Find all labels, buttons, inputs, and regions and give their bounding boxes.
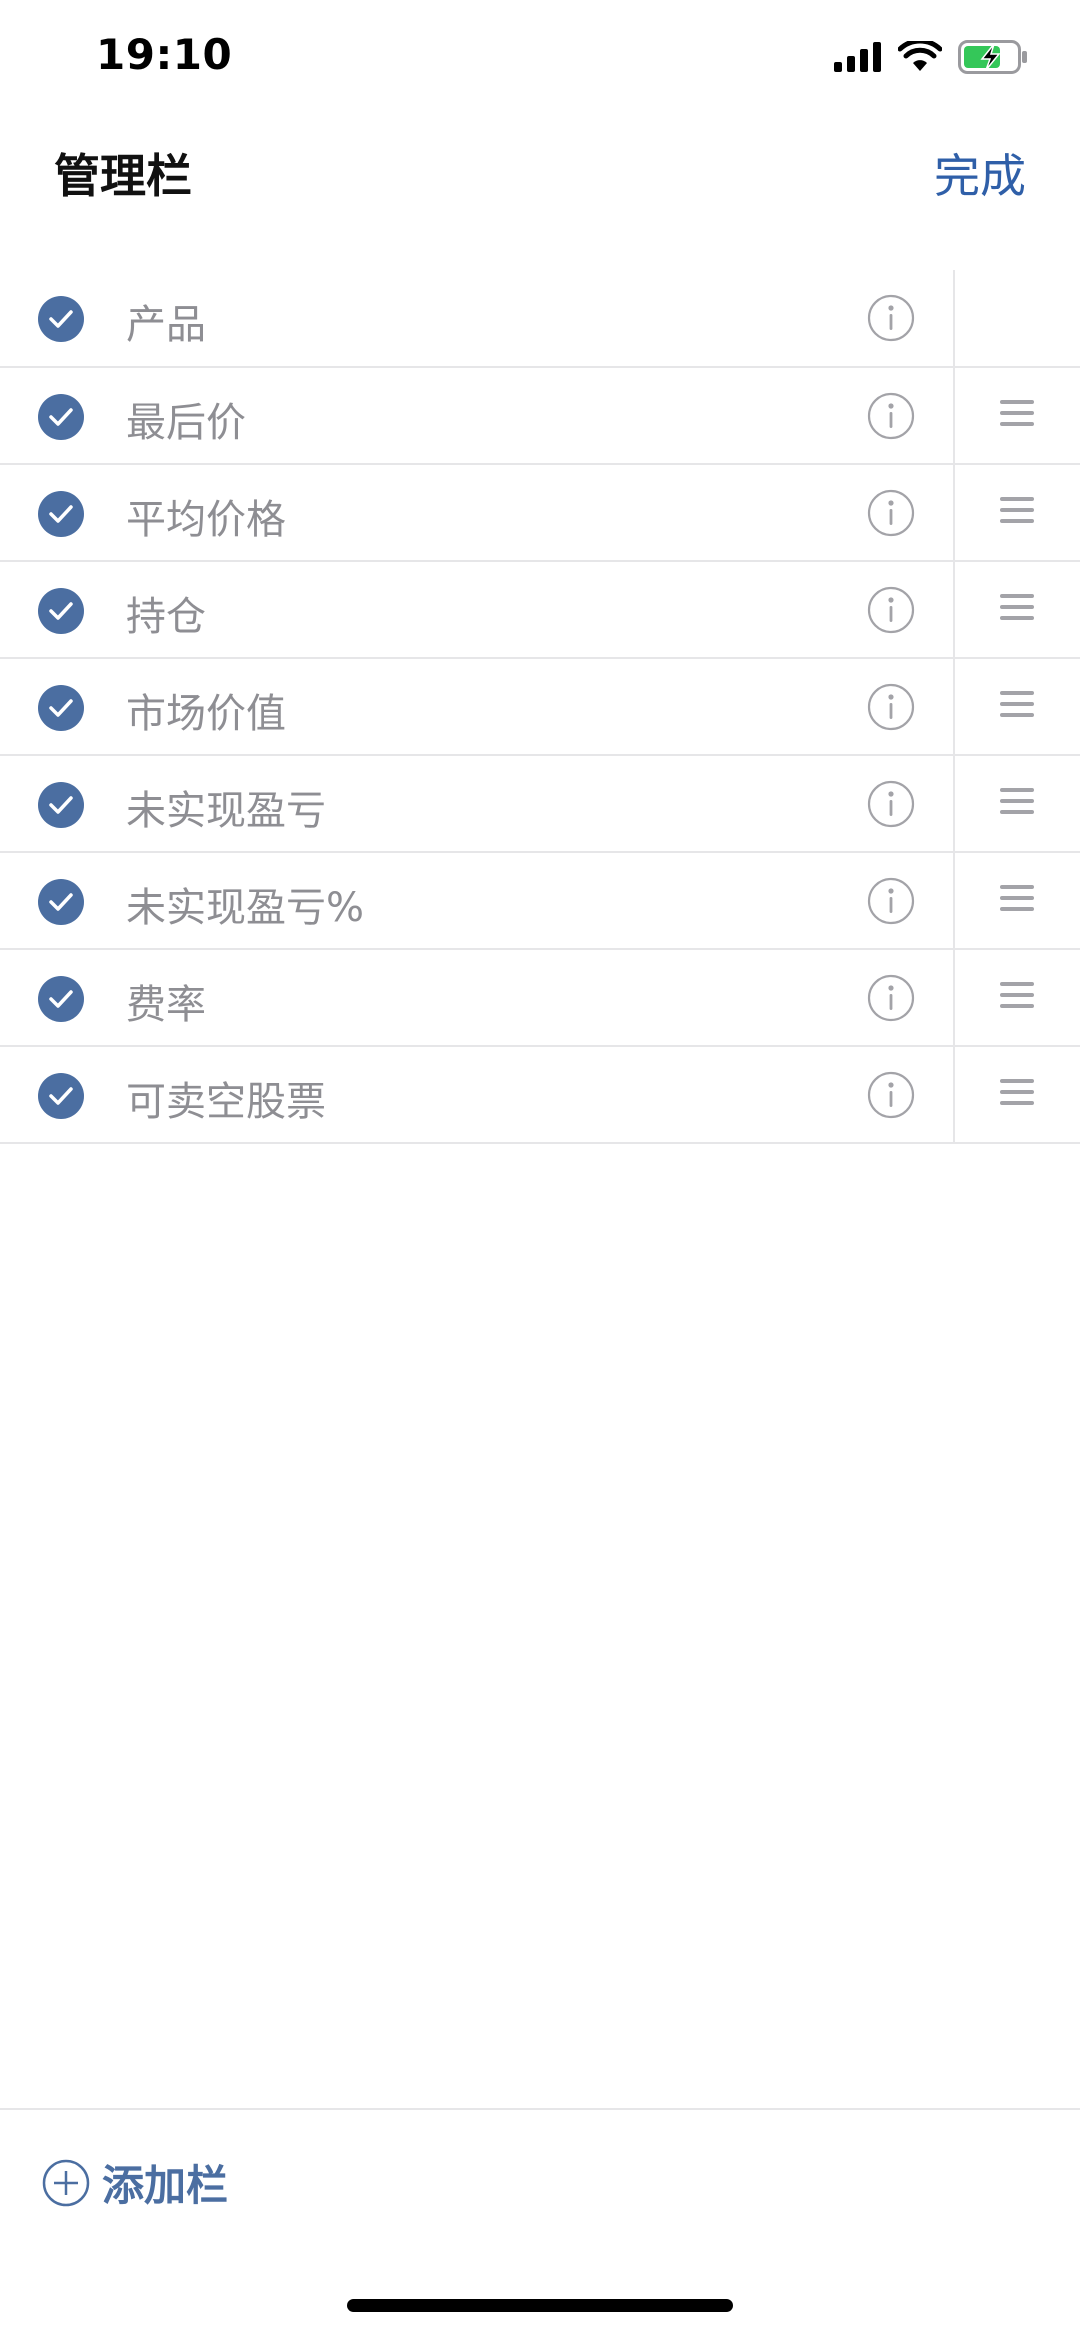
info-button[interactable] [867,683,915,731]
checked-checkbox[interactable] [38,394,84,440]
info-button[interactable] [867,294,915,342]
column-list: 产品最后价平均价格持仓市场价值未实现盈亏未实现盈亏% 费率可卖空股票 [0,270,1080,1144]
column-label: 持仓 [126,594,206,640]
column-row: 未实现盈亏% [0,853,1080,950]
column-row: 可卖空股票 [0,1047,1080,1144]
column-label: 可卖空股票 [126,1079,326,1125]
info-button[interactable] [867,392,915,440]
column-label: 最后价 [126,400,246,446]
drag-handle-icon[interactable] [1000,400,1034,432]
column-label: 平均价格 [126,497,286,543]
column-label: 市场价值 [126,691,286,737]
done-button[interactable]: 完成 [934,140,1026,206]
row-divider [953,465,955,560]
checked-checkbox[interactable] [38,491,84,537]
drag-handle-icon[interactable] [1000,1079,1034,1111]
checkmark-icon [49,990,73,1008]
column-row: 平均价格 [0,465,1080,562]
checked-checkbox[interactable] [38,782,84,828]
plus-circle-icon [42,2159,90,2206]
checkmark-icon [49,310,73,328]
drag-handle-icon[interactable] [1000,885,1034,917]
checkmark-icon [49,893,73,911]
manage-columns-screen: 19:10 管理栏 完成 产品 最后价 平均价格 持仓 市场价值 未实现盈亏 未… [0,0,1080,2337]
status-time: 19:10 [96,30,233,79]
info-icon [867,683,915,731]
column-label: 产品 [126,302,206,348]
nav-header: 管理栏 完成 [0,130,1080,214]
row-divider [953,659,955,754]
drag-handle-icon[interactable] [1000,594,1034,626]
checked-checkbox[interactable] [38,588,84,634]
checkmark-icon [49,1087,73,1105]
row-divider [953,1047,955,1142]
info-button[interactable] [867,489,915,537]
add-column-label: 添加栏 [102,2161,229,2210]
info-icon [867,877,915,925]
column-label: 未实现盈亏 [126,788,326,834]
drag-handle-icon[interactable] [1000,497,1034,529]
status-icons [834,40,1028,74]
info-button[interactable] [867,780,915,828]
info-icon [867,974,915,1022]
column-label: 未实现盈亏% [126,885,365,931]
checkmark-icon [49,505,73,523]
row-divider [953,853,955,948]
drag-handle-icon[interactable] [1000,788,1034,820]
checked-checkbox[interactable] [38,296,84,342]
checkmark-icon [49,796,73,814]
checked-checkbox[interactable] [38,976,84,1022]
info-icon [867,489,915,537]
row-divider [953,562,955,657]
checked-checkbox[interactable] [38,1073,84,1119]
checked-checkbox[interactable] [38,685,84,731]
row-divider [953,756,955,851]
column-label: 费率 [126,982,206,1028]
info-button[interactable] [867,586,915,634]
checkmark-icon [49,602,73,620]
wifi-icon [898,41,942,71]
info-icon [867,392,915,440]
info-icon [867,780,915,828]
drag-handle-icon[interactable] [1000,982,1034,1014]
info-icon [867,1071,915,1119]
row-divider [953,950,955,1045]
info-icon [867,294,915,342]
checked-checkbox[interactable] [38,879,84,925]
cellular-signal-icon [834,42,881,72]
add-column-button[interactable]: 添加栏 [42,2152,228,2213]
column-row: 市场价值 [0,659,1080,756]
column-row: 费率 [0,950,1080,1047]
checkmark-icon [49,408,73,426]
info-button[interactable] [867,1071,915,1119]
info-button[interactable] [867,974,915,1022]
info-button[interactable] [867,877,915,925]
info-icon [867,586,915,634]
status-bar: 19:10 [0,0,1080,120]
column-row: 产品 [0,270,1080,368]
checkmark-icon [49,699,73,717]
drag-handle-icon[interactable] [1000,691,1034,723]
battery-charging-icon [958,40,1027,74]
page-title: 管理栏 [54,149,192,203]
column-row: 未实现盈亏 [0,756,1080,853]
row-divider [953,270,955,366]
row-divider [953,368,955,463]
column-row: 持仓 [0,562,1080,659]
home-indicator [347,2299,733,2312]
column-row: 最后价 [0,368,1080,465]
